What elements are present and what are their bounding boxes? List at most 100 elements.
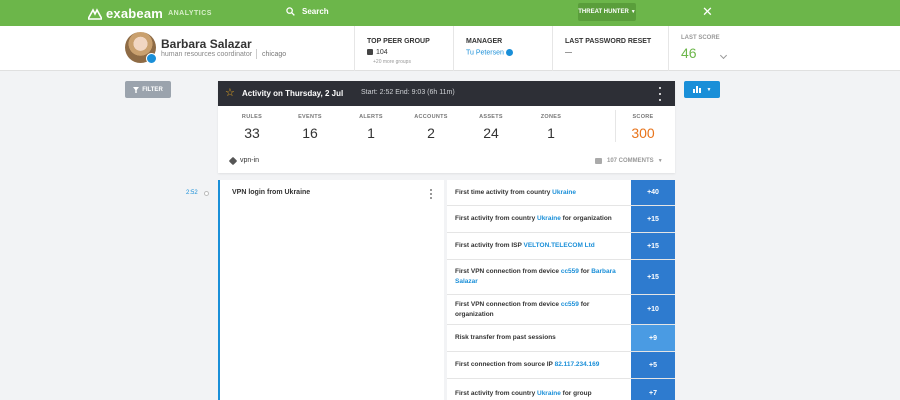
exabeam-logo[interactable]: exabeam ANALYTICS [88,6,212,21]
event-card[interactable]: VPN login from Ukraine [218,180,444,400]
timeline-time: 2:52 [186,190,198,196]
rule-score: +15 [631,233,675,259]
timeline-dot [204,191,209,196]
rule-score: +10 [631,295,675,324]
rule-row[interactable]: First activity from country Ukraine for … [447,206,675,233]
stat-label: ASSETS [479,114,503,120]
last-score-value: 46 [681,45,697,61]
rule-score: +5 [631,352,675,378]
phone-badge-icon [146,53,157,64]
stat-value: 16 [302,125,318,141]
user-profile-header: Barbara Salazar human resources coordina… [0,26,900,71]
more-groups-link[interactable]: +20 more groups [373,59,411,65]
peer-group-count: 104 [376,49,388,56]
avatar[interactable] [125,32,157,64]
stat-rules[interactable]: RULES 33 [224,114,280,141]
rule-score: +9 [631,325,675,351]
rule-row[interactable]: First connection from source IP 82.117.2… [447,352,675,379]
logo-text: exabeam [106,6,164,21]
rule-link[interactable]: VELTON.TELECOM Ltd [524,242,595,249]
stat-alerts[interactable]: ALERTS 1 [343,114,399,141]
more-options-icon[interactable] [429,189,433,199]
stat-value: 33 [244,125,260,141]
divider [453,26,454,71]
exabeam-logo-icon [88,7,102,20]
stat-zones[interactable]: ZONES 1 [523,114,579,141]
last-score-label: LAST SCORE [681,35,720,41]
rule-link[interactable]: cc559 [561,301,579,308]
stat-label: SCORE [632,114,654,120]
rule-row[interactable]: First VPN connection from device cc559 f… [447,260,675,295]
stat-value: 2 [427,125,435,141]
threat-hunter-label: THREAT HUNTER [578,9,629,15]
rule-row[interactable]: First time activity from country Ukraine… [447,180,675,206]
rule-link[interactable]: Ukraine [537,215,561,222]
rule-link[interactable]: 82.117.234.169 [555,361,600,368]
activity-time-range: Start: 2:52 End: 9:03 (6h 11m) [361,89,455,96]
peer-group-icon [367,49,373,56]
stat-assets[interactable]: ASSETS 24 [463,114,519,141]
rule-link[interactable]: Ukraine [537,390,561,397]
manager-label: MANAGER [466,38,503,45]
rule-row[interactable]: First VPN connection from device cc559 f… [447,295,675,325]
rule-row[interactable]: First activity from ISP VELTON.TELECOM L… [447,233,675,260]
divider [256,49,257,59]
comments-toggle[interactable]: 107 COMMENTS ▼ [595,158,663,164]
rule-link[interactable]: Ukraine [552,189,576,196]
divider [668,26,669,71]
rule-text: First activity from country Ukraine for … [455,389,592,397]
rule-text: First connection from source IP 82.117.2… [455,361,600,368]
rule-link[interactable]: cc559 [561,268,579,275]
stat-value: 24 [483,125,499,141]
stat-value: 1 [547,125,555,141]
user-name: Barbara Salazar [161,37,252,51]
activity-card-header: ☆ Activity on Thursday, 2 Jul Start: 2:5… [218,81,675,106]
triggered-rules-list: First time activity from country Ukraine… [447,180,675,400]
rule-text: First VPN connection from device cc559 f… [455,268,616,285]
divider [354,26,355,71]
rule-text: First activity from country Ukraine for … [455,215,612,222]
chevron-down-icon[interactable] [719,51,728,60]
rule-score: +40 [631,180,675,205]
chevron-down-icon: ▼ [657,158,663,164]
close-icon[interactable]: ✕ [702,5,713,19]
session-tag[interactable]: vpn-in [228,156,260,165]
rule-score: +7 [631,379,675,400]
more-options-icon[interactable] [658,87,662,101]
comments-count: 107 COMMENTS [607,158,654,164]
rule-text: First time activity from country Ukraine [455,188,577,196]
stat-label: ACCOUNTS [414,114,448,120]
search-label: Search [302,7,329,16]
rule-row[interactable]: Risk transfer from past sessions +9 [447,325,675,352]
stat-accounts[interactable]: ACCOUNTS 2 [403,114,459,141]
chart-view-button[interactable]: ▼ [684,81,720,98]
stat-value: 300 [631,125,655,141]
divider [552,26,553,71]
manager-name: Tu Petersen [466,49,504,57]
caret-down-icon: ▼ [706,86,712,93]
filter-label: FILTER [142,86,163,93]
bar-chart-icon [692,86,701,93]
rule-row[interactable]: First activity from country Ukraine for … [447,379,675,400]
stat-label: RULES [241,114,263,120]
manager-link[interactable]: Tu Petersen [466,49,513,56]
star-icon[interactable]: ☆ [225,87,235,99]
phone-icon [505,49,513,56]
top-bar: exabeam ANALYTICS Search THREAT HUNTER ▼… [0,0,900,26]
last-password-reset-value: — [565,49,572,56]
rule-text: Risk transfer from past sessions [455,334,556,341]
threat-hunter-button[interactable]: THREAT HUNTER ▼ [578,3,636,21]
tag-label: vpn-in [240,157,260,164]
caret-down-icon: ▼ [630,9,636,15]
top-peer-group-value[interactable]: 104 [367,49,388,56]
rule-score: +15 [631,206,675,232]
stat-events[interactable]: EVENTS 16 [282,114,338,141]
filter-button[interactable]: FILTER [125,81,171,98]
last-password-reset-label: LAST PASSWORD RESET [565,38,652,45]
rule-text: First activity from ISP VELTON.TELECOM L… [455,242,595,249]
search-box[interactable]: Search [286,7,329,16]
top-peer-group-label: TOP PEER GROUP [367,38,430,45]
activity-summary-card: ☆ Activity on Thursday, 2 Jul Start: 2:5… [218,81,675,173]
stat-label: ALERTS [359,114,383,120]
activity-title: Activity on Thursday, 2 Jul [242,89,344,98]
